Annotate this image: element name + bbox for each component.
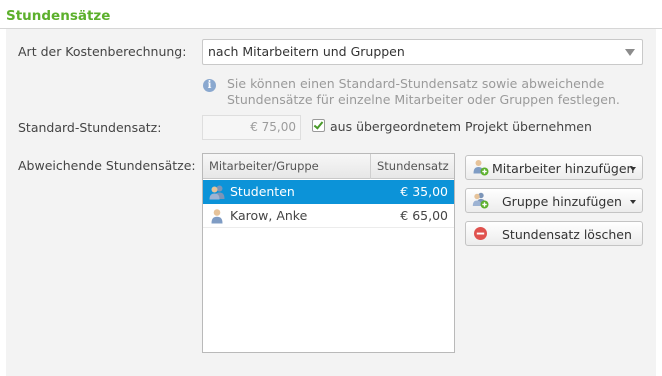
- table-row[interactable]: Studenten € 35,00: [203, 180, 454, 204]
- add-group-label: Gruppe hinzufügen: [502, 194, 622, 209]
- row-rate: € 35,00: [400, 184, 448, 199]
- info-text: Sie können einen Standard-Stundensatz so…: [227, 76, 620, 107]
- column-header-name[interactable]: Mitarbeiter/Gruppe: [209, 159, 319, 173]
- chevron-down-icon: [625, 49, 635, 56]
- delete-rate-label: Stundensatz löschen: [502, 227, 632, 242]
- inherit-label[interactable]: aus übergeordnetem Projekt übernehmen: [330, 119, 592, 134]
- deviating-rates-label: Abweichende Stundensätze:: [18, 158, 196, 173]
- info-icon: i: [203, 79, 216, 92]
- user-icon: [211, 209, 223, 224]
- add-group-icon: [472, 192, 489, 209]
- add-group-button[interactable]: Gruppe hinzufügen: [465, 188, 643, 213]
- add-employee-label: Mitarbeiter hinzufügen: [492, 161, 635, 176]
- column-separator: [370, 154, 371, 179]
- delete-icon: [474, 227, 487, 240]
- dropdown-arrow-icon: [630, 167, 636, 171]
- column-header-rate[interactable]: Stundensatz: [377, 159, 449, 173]
- section-title: Stundensätze: [6, 8, 111, 24]
- grid-header: Mitarbeiter/Gruppe Stundensatz: [203, 154, 454, 179]
- cost-method-value: nach Mitarbeitern und Gruppen: [208, 44, 405, 59]
- add-user-icon: [473, 160, 489, 176]
- cost-method-label: Art der Kostenberechnung:: [18, 44, 187, 59]
- row-name: Karow, Anke: [230, 208, 308, 223]
- standard-rate-label: Standard-Stundensatz:: [18, 120, 162, 135]
- standard-rate-input[interactable]: € 75,00: [202, 115, 301, 140]
- delete-rate-button[interactable]: Stundensatz löschen: [465, 221, 643, 246]
- inherit-checkbox[interactable]: [312, 119, 325, 132]
- cost-method-select[interactable]: nach Mitarbeitern und Gruppen: [202, 39, 643, 65]
- group-icon: [209, 185, 225, 200]
- checkmark-icon: [313, 119, 324, 130]
- add-employee-button[interactable]: Mitarbeiter hinzufügen: [465, 155, 643, 180]
- table-row[interactable]: Karow, Anke € 65,00: [203, 204, 454, 228]
- row-rate: € 65,00: [400, 208, 448, 223]
- dropdown-arrow-icon: [630, 200, 636, 204]
- rates-grid[interactable]: Mitarbeiter/Gruppe Stundensatz Studenten…: [202, 153, 455, 353]
- row-name: Studenten: [230, 184, 295, 199]
